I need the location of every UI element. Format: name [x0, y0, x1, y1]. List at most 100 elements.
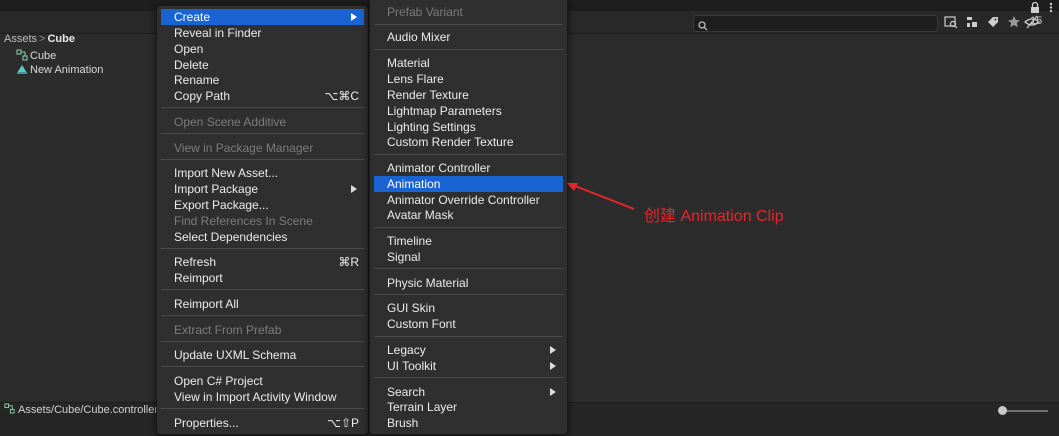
menu-item-open[interactable]: Open — [161, 41, 364, 57]
menu-item-label: Reimport — [174, 271, 223, 285]
more-options-icon[interactable] — [1045, 0, 1057, 13]
menu-item-label: Signal — [387, 250, 421, 264]
menu-item-signal[interactable]: Signal — [374, 249, 563, 265]
menu-item-label: Find References In Scene — [174, 214, 313, 228]
menu-item-import-package[interactable]: Import Package — [161, 181, 364, 197]
menu-separator — [374, 24, 563, 25]
menu-item-label: Copy Path — [174, 89, 231, 103]
menu-item-label: Avatar Mask — [387, 208, 454, 222]
icon-size-slider-handle[interactable] — [998, 406, 1007, 415]
menu-item-terrain-layer[interactable]: Terrain Layer — [374, 399, 563, 415]
menu-separator — [374, 154, 563, 155]
menu-item-lens-flare[interactable]: Lens Flare — [374, 71, 563, 87]
menu-item-properties[interactable]: Properties... ⌥⇧P — [161, 415, 364, 431]
menu-item-label: Select Dependencies — [174, 230, 288, 244]
menu-item-custom-font[interactable]: Custom Font — [374, 316, 563, 332]
menu-item-view-in-package-manager: View in Package Manager — [161, 140, 364, 156]
menu-item-animator-override-controller[interactable]: Animator Override Controller — [374, 192, 563, 208]
menu-item-view-import-activity[interactable]: View in Import Activity Window — [161, 389, 364, 405]
menu-item-physic-material[interactable]: Physic Material — [374, 275, 563, 291]
menu-item-custom-render-texture[interactable]: Custom Render Texture — [374, 134, 563, 150]
menu-item-label: Animator Override Controller — [387, 193, 540, 207]
menu-item-label: Lightmap Parameters — [387, 104, 502, 118]
menu-item-audio-mixer[interactable]: Audio Mixer — [374, 29, 563, 45]
breadcrumb-current[interactable]: Cube — [47, 33, 75, 45]
menu-item-render-texture[interactable]: Render Texture — [374, 87, 563, 103]
menu-item-label: Import Package — [174, 182, 259, 196]
menu-item-update-uxml-schema[interactable]: Update UXML Schema — [161, 347, 364, 363]
menu-item-label: Open Scene Additive — [174, 115, 287, 129]
menu-item-copy-path[interactable]: Copy Path ⌥⌘C — [161, 88, 364, 104]
submenu-arrow-icon — [351, 13, 357, 21]
menu-item-select-dependencies[interactable]: Select Dependencies — [161, 229, 364, 245]
menu-item-avatar-mask[interactable]: Avatar Mask — [374, 207, 563, 223]
create-submenu: Prefab Variant Audio Mixer Material Lens… — [369, 0, 568, 435]
menu-item-import-new-asset[interactable]: Import New Asset... — [161, 165, 364, 181]
menu-item-label: Custom Render Texture — [387, 135, 514, 149]
icon-size-slider-track[interactable] — [1000, 410, 1048, 412]
menu-item-reveal-in-finder[interactable]: Reveal in Finder — [161, 25, 364, 41]
menu-separator — [374, 268, 563, 269]
menu-separator — [161, 341, 364, 342]
menu-item-label: Render Texture — [387, 88, 469, 102]
menu-item-label: Extract From Prefab — [174, 323, 282, 337]
menu-item-label: Search — [387, 385, 426, 399]
menu-item-rename[interactable]: Rename — [161, 72, 364, 88]
menu-item-create[interactable]: Create — [161, 9, 364, 25]
menu-item-timeline[interactable]: Timeline — [374, 233, 563, 249]
menu-separator — [161, 289, 364, 290]
menu-item-label: UI Toolkit — [387, 359, 437, 373]
menu-item-export-package[interactable]: Export Package... — [161, 197, 364, 213]
menu-separator — [374, 227, 563, 228]
refresh-shortcut: ⌘R — [338, 255, 359, 269]
favorite-star-icon[interactable] — [1006, 14, 1022, 30]
menu-item-reimport-all[interactable]: Reimport All — [161, 296, 364, 312]
menu-item-label: Delete — [174, 58, 209, 72]
menu-item-search[interactable]: Search — [374, 384, 563, 400]
menu-item-material[interactable]: Material — [374, 55, 563, 71]
annotation-label: 创建 Animation Clip — [644, 208, 784, 225]
menu-item-label: Physic Material — [387, 276, 469, 290]
menu-item-open-csharp-project[interactable]: Open C# Project — [161, 373, 364, 389]
menu-separator — [374, 377, 563, 378]
menu-item-reimport[interactable]: Reimport — [161, 270, 364, 286]
search-input[interactable] — [693, 15, 938, 32]
copy-path-shortcut: ⌥⌘C — [324, 89, 360, 103]
search-icon — [698, 18, 708, 31]
menu-item-brush[interactable]: Brush — [374, 415, 563, 431]
properties-shortcut: ⌥⇧P — [327, 416, 359, 430]
asset-label: New Animation — [30, 64, 104, 76]
menu-item-label: Reveal in Finder — [174, 26, 262, 40]
menu-item-label: View in Package Manager — [174, 141, 314, 155]
menu-item-lightmap-parameters[interactable]: Lightmap Parameters — [374, 103, 563, 119]
menu-item-label: Update UXML Schema — [174, 348, 297, 362]
menu-item-label: Terrain Layer — [387, 400, 458, 414]
asset-item-cube[interactable]: Cube — [16, 49, 56, 63]
search-by-scene-icon[interactable] — [943, 14, 959, 30]
menu-separator — [374, 49, 563, 50]
menu-separator — [161, 315, 364, 316]
search-by-label-icon[interactable] — [985, 14, 1001, 30]
menu-item-label: Prefab Variant — [387, 5, 463, 19]
menu-item-delete[interactable]: Delete — [161, 57, 364, 73]
menu-separator — [161, 366, 364, 367]
menu-separator — [161, 408, 364, 409]
menu-item-animation[interactable]: Animation — [374, 176, 563, 192]
menu-item-label: Timeline — [387, 234, 432, 248]
menu-item-ui-toolkit[interactable]: UI Toolkit — [374, 358, 563, 374]
asset-item-new-animation[interactable]: New Animation — [16, 63, 103, 77]
menu-item-gui-skin[interactable]: GUI Skin — [374, 300, 563, 316]
menu-item-label: Lighting Settings — [387, 120, 476, 134]
breadcrumb-root[interactable]: Assets — [4, 33, 37, 45]
lock-icon[interactable] — [1029, 0, 1041, 13]
breadcrumb-separator: > — [39, 33, 46, 45]
menu-item-refresh[interactable]: Refresh ⌘R — [161, 254, 364, 270]
search-by-type-icon[interactable] — [964, 14, 980, 30]
menu-item-lighting-settings[interactable]: Lighting Settings — [374, 119, 563, 135]
status-path-label: Assets/Cube/Cube.controller — [18, 404, 159, 416]
animator-controller-icon — [16, 49, 30, 64]
menu-item-legacy[interactable]: Legacy — [374, 342, 563, 358]
menu-item-label: Custom Font — [387, 317, 456, 331]
menu-item-animator-controller[interactable]: Animator Controller — [374, 160, 563, 176]
menu-separator — [374, 336, 563, 337]
